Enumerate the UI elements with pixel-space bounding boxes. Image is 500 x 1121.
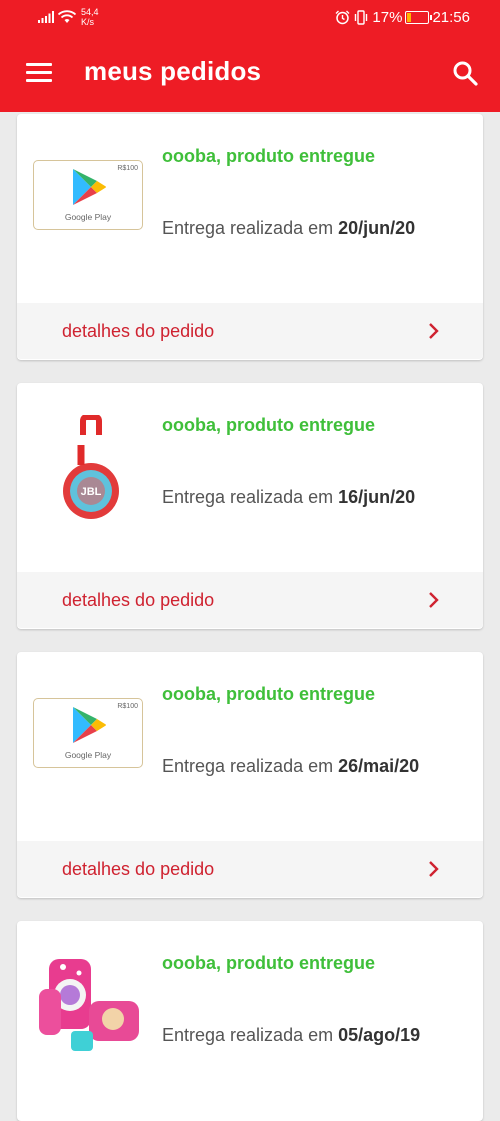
product-image-google-play-card: R$100 Google Play <box>33 146 145 258</box>
status-bar: 54,4 K/s 17% 21:56 <box>0 0 500 34</box>
gift-card-label: Google Play <box>64 750 112 760</box>
product-image-jbl-speaker: JBL <box>33 414 145 527</box>
speaker-brand: JBL <box>81 486 102 498</box>
status-bar-right: 17% 21:56 <box>332 6 470 28</box>
order-card: R$100 Google Play oooba, produto entregu… <box>17 114 483 360</box>
gift-card-amount: R$100 <box>117 165 138 172</box>
order-details-link[interactable]: detalhes do pedido <box>17 572 483 628</box>
battery-icon <box>405 10 433 24</box>
order-status: oooba, produto entregue <box>162 953 375 973</box>
chevron-right-icon <box>429 861 439 877</box>
delivery-prefix: Entrega realizada em <box>162 487 339 507</box>
order-details-label: detalhes do pedido <box>62 321 215 341</box>
delivery-date: 26/mai/20 <box>338 756 420 776</box>
signal-icon <box>38 11 54 23</box>
google-play-gift-card: R$100 Google Play <box>33 160 143 230</box>
order-status: oooba, produto entregue <box>162 146 375 166</box>
delivery-date: 20/jun/20 <box>338 218 416 238</box>
jbl-speaker-image: JBL <box>63 414 119 519</box>
order-details-link[interactable]: detalhes do pedido <box>17 841 483 897</box>
delivery-info: Entrega realizada em 26/mai/20 <box>162 756 419 777</box>
delivery-date: 05/ago/19 <box>338 1025 421 1045</box>
product-image-google-play-card: R$100 Google Play <box>33 684 145 796</box>
chevron-right-icon <box>429 323 439 339</box>
gift-card-label: Google Play <box>64 212 112 222</box>
battery-percent: 17% <box>372 8 403 26</box>
order-details-link[interactable]: detalhes do pedido <box>17 303 483 359</box>
network-speed-unit: K/s <box>81 17 95 27</box>
order-card: R$100 Google Play oooba, produto entregu… <box>17 652 483 898</box>
clock: 21:56 <box>432 8 470 26</box>
delivery-date: 16/jun/20 <box>338 487 416 507</box>
app-bar: meus pedidos <box>0 34 500 112</box>
delivery-info: Entrega realizada em 20/jun/20 <box>162 218 415 239</box>
delivery-info: Entrega realizada em 05/ago/19 <box>162 1025 420 1046</box>
backpack-kit-image <box>39 959 139 1051</box>
google-play-gift-card: R$100 Google Play <box>33 698 143 768</box>
gift-card-amount: R$100 <box>117 703 138 710</box>
wifi-icon <box>57 10 77 23</box>
delivery-info: Entrega realizada em 16/jun/20 <box>162 487 415 508</box>
status-bar-left: 54,4 K/s <box>38 6 99 28</box>
menu-icon[interactable] <box>26 63 52 83</box>
order-details-label: detalhes do pedido <box>62 590 215 610</box>
vibrate-icon <box>355 9 368 25</box>
google-play-logo-icon <box>73 169 106 205</box>
network-speed: 54,4 K/s <box>81 7 99 27</box>
delivery-prefix: Entrega realizada em <box>162 756 339 776</box>
order-details-label: detalhes do pedido <box>62 859 215 879</box>
order-status: oooba, produto entregue <box>162 684 375 704</box>
delivery-prefix: Entrega realizada em <box>162 1025 339 1045</box>
order-status: oooba, produto entregue <box>162 415 375 435</box>
battery-level <box>407 12 412 22</box>
page-title: meus pedidos <box>84 56 262 86</box>
search-icon[interactable] <box>452 60 478 86</box>
order-card: oooba, produto entregue Entrega realizad… <box>17 921 483 1121</box>
chevron-right-icon <box>429 592 439 608</box>
product-image-backpack-kit <box>33 945 145 1057</box>
alarm-icon <box>335 10 350 24</box>
network-speed-value: 54,4 <box>81 7 99 17</box>
google-play-logo-icon <box>73 707 106 743</box>
delivery-prefix: Entrega realizada em <box>162 218 339 238</box>
order-card: JBL oooba, produto entregue Entrega real… <box>17 383 483 629</box>
